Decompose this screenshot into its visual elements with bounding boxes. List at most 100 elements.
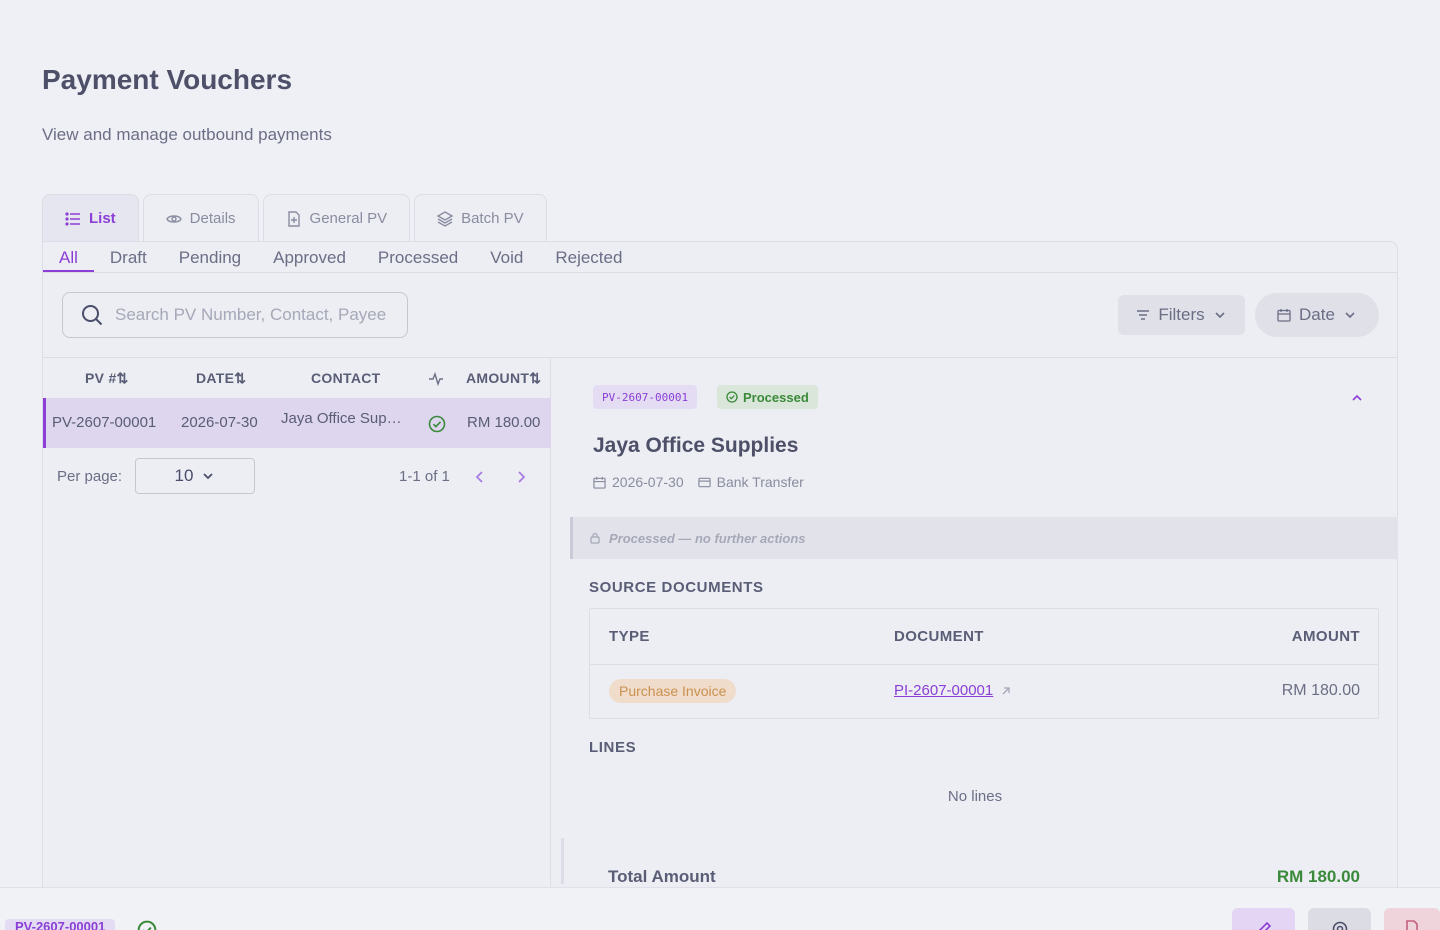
- main-panel: All Draft Pending Approved Processed Voi…: [42, 241, 1398, 930]
- locked-notice: Processed — no further actions: [570, 517, 1398, 559]
- status-tab-draft[interactable]: Draft: [94, 242, 163, 272]
- pv-number-badge: PV-2607-00001: [5, 919, 116, 930]
- status-tab-processed[interactable]: Processed: [362, 242, 474, 272]
- column-header-type: TYPE: [609, 628, 650, 645]
- meta-payment-method-value: Bank Transfer: [716, 474, 804, 490]
- card-icon: [697, 477, 711, 487]
- column-header-amount[interactable]: AMOUNT⇅: [466, 370, 541, 387]
- chevron-up-icon[interactable]: [1349, 390, 1365, 406]
- status-tab-rejected[interactable]: Rejected: [539, 242, 638, 272]
- pv-number-badge: PV-2607-00001: [593, 385, 698, 409]
- row-contact: Jaya Office Sup…: [281, 410, 402, 427]
- search-icon: [82, 305, 103, 326]
- row-pv-number: PV-2607-00001: [52, 414, 157, 431]
- divider: [561, 838, 564, 884]
- view-button[interactable]: [1308, 908, 1371, 930]
- tab-details[interactable]: Details: [142, 194, 259, 242]
- date-button[interactable]: Date: [1255, 293, 1379, 337]
- document-type-badge: Purchase Invoice: [609, 679, 737, 703]
- bottom-action-bar: PV-2607-00001: [0, 887, 1440, 930]
- per-page-select[interactable]: 10: [135, 458, 255, 494]
- tab-list[interactable]: List: [42, 194, 139, 242]
- calendar-icon: [1277, 309, 1291, 322]
- total-label: Total Amount: [608, 867, 716, 886]
- tab-batch-pv[interactable]: Batch PV: [414, 194, 547, 242]
- column-header-document: DOCUMENT: [894, 628, 984, 645]
- voucher-list: PV #⇅ DATE⇅ CONTACT AMOUNT⇅ PV-2607-0000…: [43, 358, 551, 930]
- lines-title: LINES: [589, 739, 637, 756]
- file-icon: [1406, 920, 1418, 930]
- calendar-icon: [593, 476, 606, 489]
- per-page-value: 10: [174, 466, 194, 485]
- column-header-amount: AMOUNT: [1291, 628, 1360, 645]
- page-title: Payment Vouchers: [42, 64, 293, 95]
- list-icon: [65, 211, 80, 226]
- check-circle-icon: [137, 920, 157, 930]
- chevron-down-icon: [1345, 312, 1355, 319]
- column-header-pv[interactable]: PV #⇅: [85, 370, 129, 387]
- chevron-down-icon: [1215, 312, 1225, 319]
- list-header: PV #⇅ DATE⇅ CONTACT AMOUNT⇅: [43, 358, 551, 398]
- source-documents-title: SOURCE DOCUMENTS: [589, 579, 764, 596]
- source-documents-header: TYPE DOCUMENT AMOUNT: [590, 609, 1378, 665]
- status-tab-approved[interactable]: Approved: [257, 242, 362, 272]
- lock-icon: [590, 532, 600, 544]
- filter-icon: [1137, 310, 1150, 320]
- page-subtitle: View and manage outbound payments: [42, 125, 332, 144]
- document-link-label: PI-2607-00001: [894, 682, 994, 699]
- search-input[interactable]: [115, 305, 395, 325]
- export-pdf-button[interactable]: [1384, 908, 1440, 930]
- lines-empty-state: No lines: [947, 788, 1003, 805]
- edit-button[interactable]: [1232, 908, 1295, 930]
- tab-batch-pv-label: Batch PV: [461, 210, 524, 227]
- status-tabs: All Draft Pending Approved Processed Voi…: [43, 242, 638, 272]
- voucher-meta: 2026-07-30 Bank Transfer: [593, 474, 804, 490]
- tab-general-pv[interactable]: General PV: [262, 194, 411, 242]
- tab-general-pv-label: General PV: [309, 210, 388, 227]
- table-row[interactable]: PV-2607-00001 2026-07-30 Jaya Office Sup…: [43, 398, 551, 448]
- filters-button[interactable]: Filters: [1118, 295, 1245, 335]
- file-plus-icon: [287, 210, 300, 227]
- check-circle-icon: [726, 391, 738, 403]
- meta-date-value: 2026-07-30: [612, 474, 684, 490]
- pagination: Per page: 10 1-1 of 1: [43, 458, 551, 498]
- voucher-detail: PV-2607-00001 Processed Jaya Office Supp…: [552, 358, 1398, 930]
- activity-icon: [429, 372, 443, 386]
- date-label: Date: [1299, 305, 1335, 324]
- filters-label: Filters: [1158, 305, 1205, 324]
- status-label: Processed: [743, 389, 809, 405]
- page-range: 1-1 of 1: [399, 468, 450, 485]
- status-badge: Processed: [717, 385, 818, 409]
- row-amount: RM 180.00: [467, 414, 541, 431]
- status-tab-void[interactable]: Void: [474, 242, 539, 272]
- status-tab-all[interactable]: All: [43, 242, 94, 272]
- tab-list-label: List: [89, 210, 116, 227]
- check-circle-icon: [428, 415, 446, 433]
- divider: [43, 272, 1398, 273]
- per-page-label: Per page:: [57, 468, 123, 485]
- meta-date: 2026-07-30: [593, 474, 684, 490]
- table-row: Purchase Invoice PI-2607-00001 RM 180.00: [590, 665, 1378, 719]
- source-documents-table: TYPE DOCUMENT AMOUNT Purchase Invoice PI…: [589, 608, 1379, 719]
- locked-message: Processed — no further actions: [609, 530, 806, 546]
- eye-icon: [1332, 921, 1347, 930]
- status-tab-pending[interactable]: Pending: [163, 242, 257, 272]
- vendor-name: Jaya Office Supplies: [593, 434, 799, 457]
- chevron-right-icon[interactable]: [513, 469, 529, 485]
- eye-icon: [165, 214, 182, 223]
- view-tabs: List Details General PV Batch PV: [42, 194, 547, 242]
- column-header-date[interactable]: DATE⇅: [196, 370, 246, 387]
- document-amount: RM 180.00: [1281, 682, 1360, 699]
- chevron-down-icon: [203, 473, 214, 480]
- pencil-icon: [1258, 921, 1271, 930]
- document-link[interactable]: PI-2607-00001: [894, 682, 1011, 699]
- tab-details-label: Details: [189, 210, 236, 227]
- row-date: 2026-07-30: [181, 414, 258, 431]
- meta-payment-method: Bank Transfer: [697, 474, 804, 490]
- total-value: RM 180.00: [1276, 867, 1360, 886]
- search-box: [62, 292, 408, 338]
- external-link-icon: [1002, 686, 1010, 694]
- layers-icon: [437, 210, 454, 227]
- chevron-left-icon[interactable]: [472, 469, 488, 485]
- column-header-contact: CONTACT: [311, 370, 381, 386]
